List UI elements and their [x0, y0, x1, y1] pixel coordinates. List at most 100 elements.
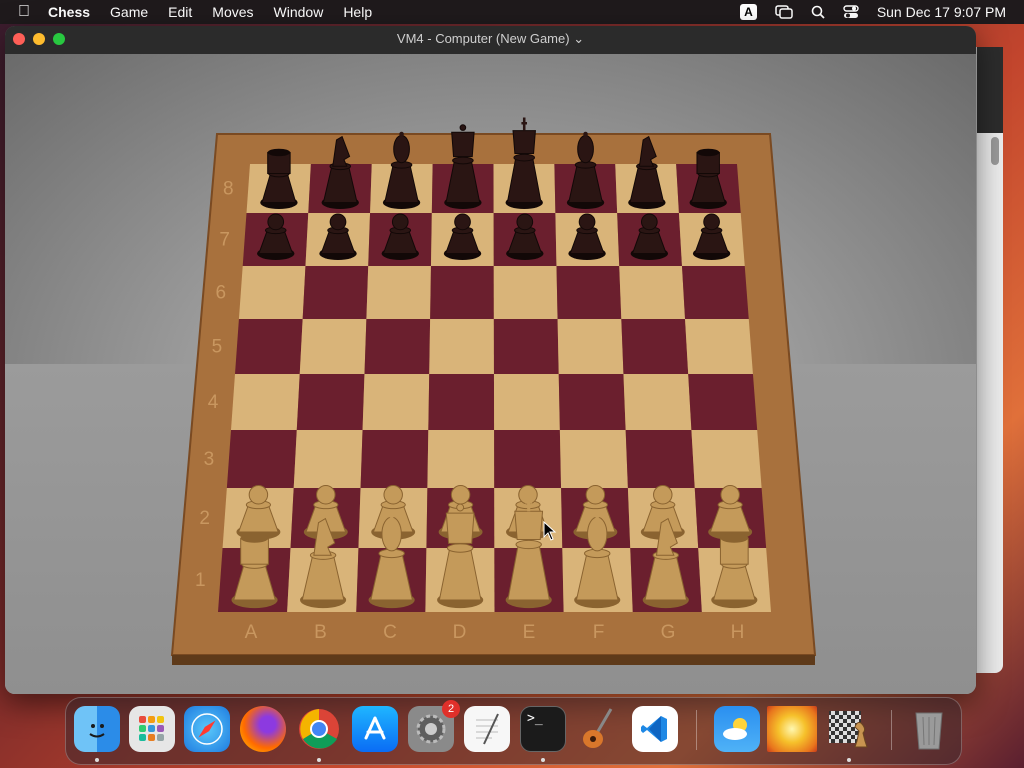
black-pawn-e-head	[516, 213, 534, 231]
menu-bar:  Chess Game Edit Moves Window Help A Su…	[0, 0, 1024, 24]
square-c3[interactable]	[360, 430, 429, 488]
black-bishop-f-finial	[583, 131, 588, 137]
black-rook-h-top	[696, 148, 720, 157]
square-h3[interactable]	[691, 430, 762, 488]
close-button[interactable]	[13, 33, 25, 45]
square-c5[interactable]	[364, 319, 431, 374]
dock-separator	[696, 710, 697, 750]
background-window[interactable]	[976, 47, 1003, 673]
dock: 2 >_	[65, 697, 962, 765]
input-source-icon[interactable]: A	[731, 4, 766, 20]
menu-edit[interactable]: Edit	[158, 0, 202, 24]
white-rook-a-top	[240, 533, 269, 543]
chessboard[interactable]: 8 7 6 5 4 3 2 1 A B C D E F G H	[5, 54, 976, 694]
chess-window: VM4 - Computer (New Game) ⌄ 8 7 6 5 4 3 2 1 A B C D…	[5, 26, 976, 694]
white-pawn-c-head	[383, 485, 403, 505]
terminal-running-dot	[541, 758, 545, 762]
rank-label-4: 4	[208, 392, 219, 413]
square-f5[interactable]	[557, 319, 624, 374]
black-pawn-c-head	[391, 213, 409, 231]
rank-label-8: 8	[223, 179, 234, 200]
rank-label-7: 7	[219, 230, 230, 251]
safari-icon[interactable]	[184, 706, 230, 752]
square-g4[interactable]	[623, 374, 692, 430]
textedit-icon[interactable]	[464, 706, 510, 752]
trash-icon[interactable]	[906, 706, 952, 752]
square-a3[interactable]	[226, 430, 297, 488]
white-queen-d-finial	[456, 503, 465, 512]
square-d3[interactable]	[427, 430, 495, 488]
white-bishop-f-finial	[594, 512, 601, 519]
menu-moves[interactable]: Moves	[202, 0, 263, 24]
square-f4[interactable]	[558, 374, 626, 430]
vscode-icon[interactable]	[632, 706, 678, 752]
appstore-icon[interactable]	[352, 706, 398, 752]
control-center-icon[interactable]	[834, 5, 868, 19]
white-bishop-f-mitre	[587, 516, 608, 552]
file-label-e: E	[523, 622, 536, 643]
minimize-button[interactable]	[33, 33, 45, 45]
rank-label-1: 1	[195, 570, 206, 591]
firefox-icon[interactable]	[240, 706, 286, 752]
black-rook-a-top	[267, 148, 291, 157]
settings-icon[interactable]: 2	[408, 700, 460, 752]
square-h6[interactable]	[681, 266, 749, 319]
black-bishop-f-mitre	[577, 134, 594, 164]
guitar-icon[interactable]	[576, 706, 622, 752]
square-d4[interactable]	[428, 374, 495, 430]
black-pawn-h-head	[703, 213, 720, 231]
square-b4[interactable]	[296, 374, 365, 430]
square-d6[interactable]	[430, 266, 494, 319]
weather-icon[interactable]	[714, 706, 760, 752]
black-pawn-g-head	[640, 213, 658, 231]
black-pawn-b-head	[329, 213, 347, 231]
square-e3[interactable]	[494, 430, 562, 488]
image-icon[interactable]	[767, 706, 817, 752]
square-c6[interactable]	[366, 266, 431, 319]
file-label-b: B	[314, 622, 327, 643]
square-a5[interactable]	[235, 319, 303, 374]
zoom-button[interactable]	[53, 33, 65, 45]
square-c4[interactable]	[362, 374, 430, 430]
menu-window[interactable]: Window	[264, 0, 334, 24]
square-b6[interactable]	[302, 266, 369, 319]
square-b5[interactable]	[299, 319, 367, 374]
apple-menu-icon[interactable]: 	[0, 0, 38, 24]
square-e6[interactable]	[493, 266, 558, 319]
background-window-scrollbar[interactable]	[991, 137, 999, 165]
black-queen-d-finial	[459, 124, 467, 131]
title-bar[interactable]: VM4 - Computer (New Game) ⌄	[5, 26, 976, 54]
launchpad-icon[interactable]	[129, 706, 175, 752]
menu-game[interactable]: Game	[100, 0, 158, 24]
square-e5[interactable]	[493, 319, 559, 374]
rank-label-3: 3	[204, 449, 215, 470]
square-e4[interactable]	[493, 374, 560, 430]
clock[interactable]: Sun Dec 17 9:07 PM	[868, 0, 1024, 24]
chess-icon[interactable]	[826, 706, 872, 752]
square-a6[interactable]	[238, 266, 306, 319]
finder-icon[interactable]	[74, 706, 120, 752]
square-d5[interactable]	[429, 319, 494, 374]
file-label-h: H	[731, 622, 745, 643]
square-f3[interactable]	[559, 430, 628, 488]
dock-separator-2	[891, 710, 892, 750]
menu-app-name[interactable]: Chess	[38, 0, 100, 24]
square-g6[interactable]	[619, 266, 686, 319]
square-g3[interactable]	[625, 430, 695, 488]
white-pawn-g-head	[653, 485, 673, 505]
square-f6[interactable]	[556, 266, 622, 319]
search-icon[interactable]	[802, 5, 834, 19]
white-pawn-f-head	[585, 485, 606, 505]
square-g5[interactable]	[621, 319, 689, 374]
black-pawn-d-head	[454, 213, 471, 231]
menu-help[interactable]: Help	[333, 0, 382, 24]
square-b3[interactable]	[293, 430, 363, 488]
terminal-icon[interactable]: >_	[520, 706, 566, 752]
square-h5[interactable]	[685, 319, 753, 374]
chrome-icon[interactable]	[296, 706, 342, 752]
black-king-e-cross	[521, 117, 528, 131]
square-h4[interactable]	[688, 374, 758, 430]
title-chevron-icon[interactable]: ⌄	[573, 31, 584, 46]
screen-mirroring-icon[interactable]	[766, 5, 802, 19]
square-a4[interactable]	[231, 374, 300, 430]
